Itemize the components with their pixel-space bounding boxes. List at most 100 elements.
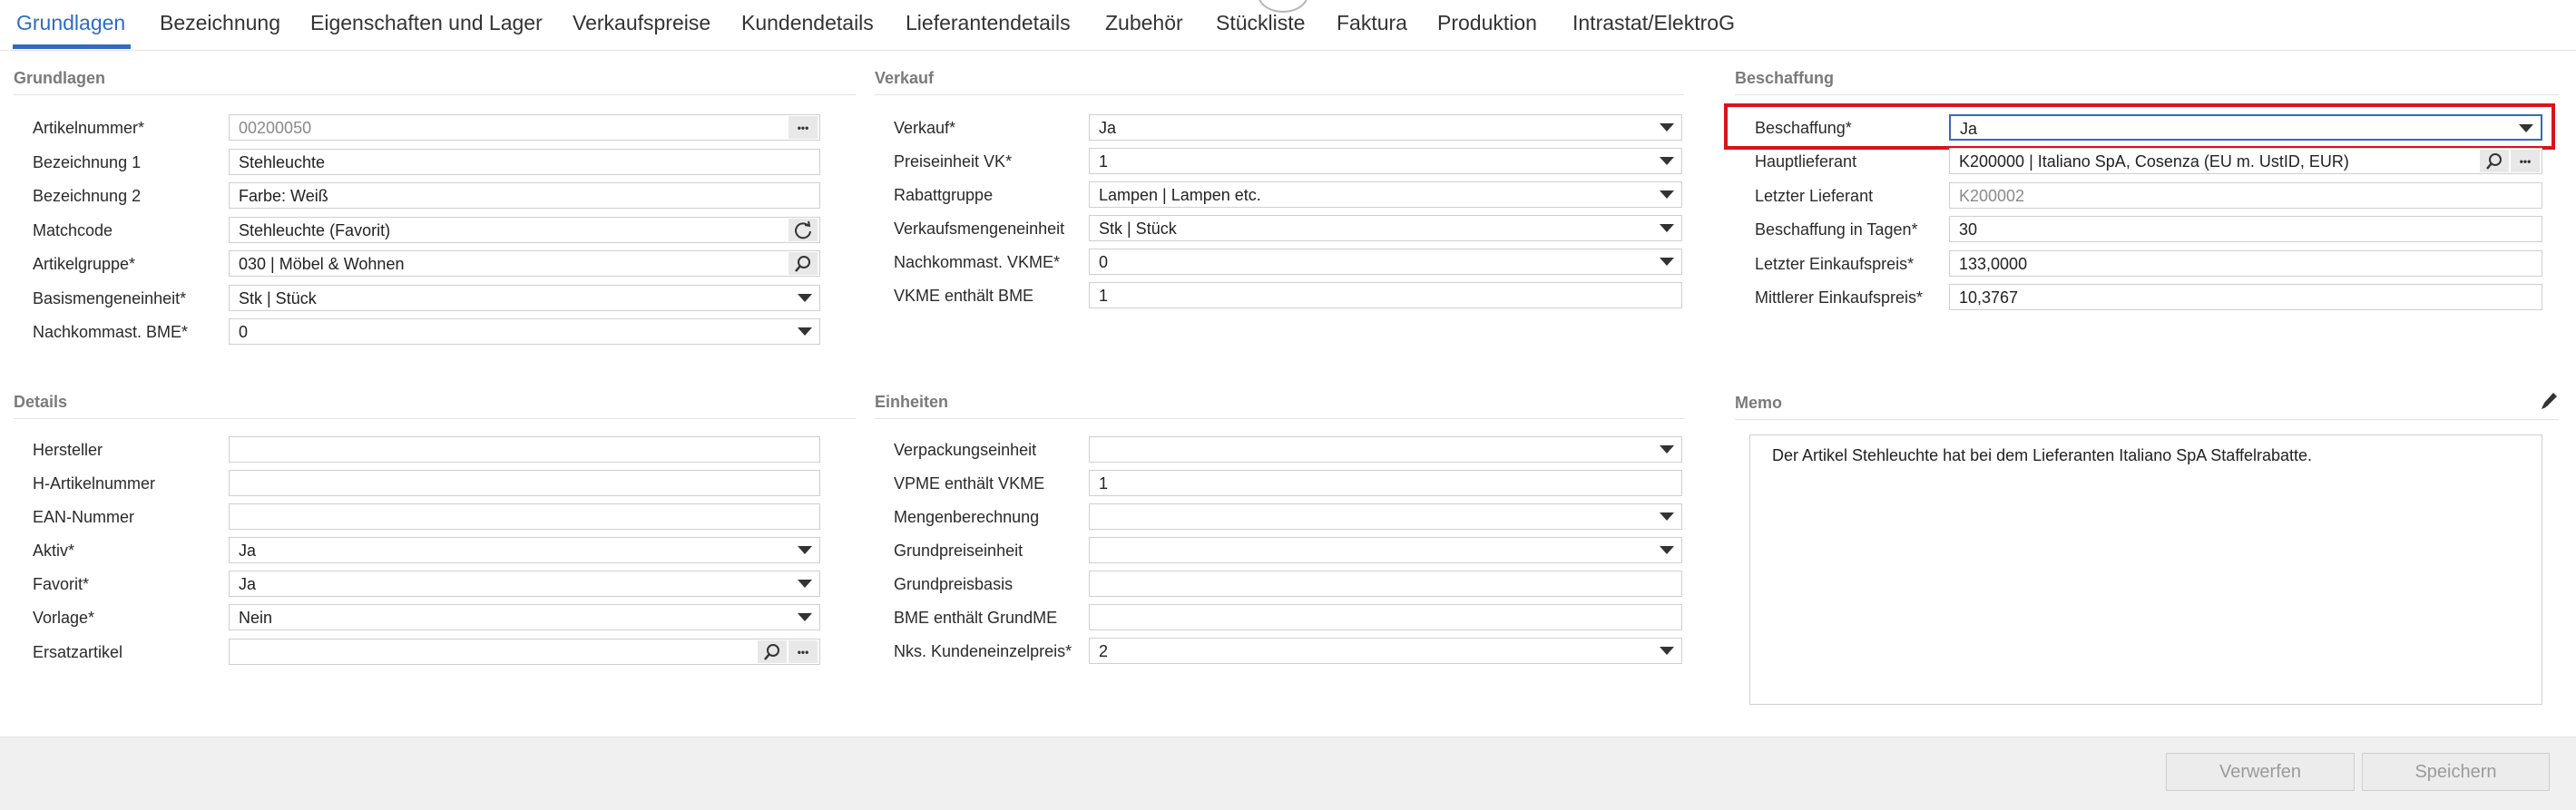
ean-nummer-field[interactable] — [229, 503, 820, 530]
tab-bezeichnung[interactable]: Bezeichnung — [160, 11, 280, 35]
verpackungseinheit-select[interactable] — [1089, 436, 1682, 463]
mengenberechnung-select[interactable] — [1089, 503, 1682, 530]
section-divider — [875, 94, 1684, 95]
chevron-down-icon[interactable] — [1652, 182, 1681, 207]
tab-zubehoer[interactable]: Zubehör — [1105, 11, 1183, 35]
section-divider — [14, 94, 856, 95]
tab-faktura[interactable]: Faktura — [1337, 11, 1407, 35]
beschaffung-select[interactable]: Ja — [1949, 114, 2542, 141]
chevron-down-icon[interactable] — [1652, 249, 1681, 274]
tab-lieferantendetails[interactable]: Lieferantendetails — [906, 11, 1071, 35]
label-artikelgruppe: Artikelgruppe* — [33, 255, 136, 273]
basismengeneinheit-select[interactable]: Stk | Stück — [229, 285, 820, 311]
chevron-down-icon[interactable] — [1652, 504, 1681, 529]
aktiv-select[interactable]: Ja — [229, 537, 820, 563]
grundpreisbasis-field[interactable] — [1089, 571, 1682, 597]
vpme-enthaelt-vkme-field[interactable]: 1 — [1089, 470, 1682, 496]
chevron-down-icon[interactable] — [1652, 437, 1681, 462]
mittlerer-einkaufspreis-field[interactable]: 10,3767 — [1949, 284, 2542, 310]
more-options-icon[interactable] — [788, 116, 818, 139]
label-verkaufsmengeneinheit: Verkaufsmengeneinheit — [894, 220, 1065, 238]
label-vpme-enthaelt-vkme: VPME enthält VKME — [894, 474, 1045, 493]
tab-eigenschaften-und-lager[interactable]: Eigenschaften und Lager — [310, 11, 543, 35]
preiseinheit-vk-select[interactable]: 1 — [1089, 148, 1682, 174]
basismengeneinheit-value: Stk | Stück — [239, 289, 317, 307]
beschaffung-in-tagen-value: 30 — [1959, 220, 1978, 239]
active-tab-indicator — [13, 44, 131, 49]
nks-kundeneinzelpreis-select[interactable]: 2 — [1089, 638, 1682, 664]
bezeichnung-1-value: Stehleuchte — [239, 153, 326, 171]
search-icon[interactable] — [788, 252, 818, 275]
chevron-down-icon[interactable] — [1652, 639, 1681, 663]
tab-intrastat-elektrog[interactable]: Intrastat/ElektroG — [1572, 11, 1735, 35]
verkauf-select[interactable]: Ja — [1089, 114, 1682, 141]
label-grundpreisbasis: Grundpreisbasis — [894, 575, 1014, 593]
tab-grundlagen[interactable]: Grundlagen — [16, 11, 125, 35]
tab-stueckliste[interactable]: Stückliste — [1216, 11, 1305, 35]
bezeichnung-2-field[interactable]: Farbe: Weiß — [229, 182, 820, 209]
nachkommast-vkme-value: 0 — [1099, 253, 1109, 271]
more-options-icon[interactable] — [2511, 150, 2540, 172]
label-verpackungseinheit: Verpackungseinheit — [894, 441, 1037, 459]
label-vkme-enthaelt-bme: VKME enthält BME — [894, 287, 1034, 305]
artikelgruppe-field[interactable]: 030 | Möbel & Wohnen — [229, 250, 820, 277]
beschaffung-value: Ja — [1960, 120, 1978, 138]
ersatzartikel-field[interactable] — [229, 639, 820, 665]
label-mittlerer-einkaufspreis: Mittlerer Einkaufspreis* — [1755, 288, 1924, 307]
bme-enthaelt-grundme-field[interactable] — [1089, 604, 1682, 630]
label-h-artikelnummer: H-Artikelnummer — [33, 474, 156, 493]
save-button[interactable]: Speichern — [2362, 753, 2550, 791]
tab-verkaufspreise[interactable]: Verkaufspreise — [573, 11, 710, 35]
bezeichnung-1-field[interactable]: Stehleuchte — [229, 149, 820, 175]
label-rabattgruppe: Rabattgruppe — [894, 186, 994, 204]
matchcode-field[interactable]: Stehleuchte (Favorit) — [229, 217, 820, 243]
chevron-down-icon[interactable] — [1652, 538, 1681, 562]
chevron-down-icon[interactable] — [1652, 149, 1681, 173]
label-preiseinheit-vk: Preiseinheit VK* — [894, 152, 1013, 171]
aktiv-value: Ja — [239, 542, 257, 560]
h-artikelnummer-field[interactable] — [229, 470, 820, 496]
letzter-lieferant-value: K200002 — [1959, 187, 2025, 205]
letzter-lieferant-field[interactable]: K200002 — [1949, 182, 2542, 209]
hersteller-field[interactable] — [229, 436, 820, 463]
preiseinheit-vk-value: 1 — [1099, 152, 1109, 171]
chevron-down-icon[interactable] — [1652, 216, 1681, 240]
vkme-enthaelt-bme-field[interactable]: 1 — [1089, 282, 1682, 308]
label-bezeichnung-2: Bezeichnung 2 — [33, 187, 142, 205]
label-nks-kundeneinzelpreis: Nks. Kundeneinzelpreis* — [894, 642, 1073, 660]
memo-textarea[interactable]: Der Artikel Stehleuchte hat bei dem Lief… — [1749, 434, 2542, 705]
label-mengenberechnung: Mengenberechnung — [894, 508, 1040, 526]
beschaffung-in-tagen-field[interactable]: 30 — [1949, 216, 2542, 242]
tab-kundendetails[interactable]: Kundendetails — [741, 11, 874, 35]
refresh-icon[interactable] — [788, 219, 818, 241]
search-icon[interactable] — [2480, 150, 2509, 172]
search-icon[interactable] — [758, 640, 787, 663]
label-letzter-einkaufspreis: Letzter Einkaufspreis* — [1755, 255, 1915, 273]
label-aktiv: Aktiv* — [33, 542, 75, 560]
vorlage-value: Nein — [239, 609, 273, 627]
favorit-select[interactable]: Ja — [229, 571, 820, 597]
letzter-einkaufspreis-field[interactable]: 133,0000 — [1949, 250, 2542, 277]
label-beschaffung: Beschaffung* — [1755, 119, 1852, 137]
tab-produktion[interactable]: Produktion — [1437, 11, 1537, 35]
chevron-down-icon[interactable] — [790, 605, 819, 629]
label-vorlage: Vorlage* — [33, 609, 95, 627]
rabattgruppe-select[interactable]: Lampen | Lampen etc. — [1089, 181, 1682, 208]
nks-kundeneinzelpreis-value: 2 — [1099, 642, 1109, 660]
artikelnummer-field[interactable]: 00200050 — [229, 114, 820, 141]
chevron-down-icon[interactable] — [790, 538, 819, 562]
nachkommast-bme-select[interactable]: 0 — [229, 318, 820, 345]
chevron-down-icon[interactable] — [2512, 116, 2541, 141]
pencil-icon[interactable] — [2539, 390, 2559, 416]
verkaufsmengeneinheit-select[interactable]: Stk | Stück — [1089, 215, 1682, 241]
nachkommast-vkme-select[interactable]: 0 — [1089, 249, 1682, 275]
grundpreiseinheit-select[interactable] — [1089, 537, 1682, 563]
chevron-down-icon[interactable] — [790, 286, 819, 310]
hauptlieferant-field[interactable]: K200000 | Italiano SpA, Cosenza (EU m. U… — [1949, 148, 2542, 174]
more-options-icon[interactable] — [788, 640, 818, 663]
vorlage-select[interactable]: Nein — [229, 604, 820, 630]
discard-button[interactable]: Verwerfen — [2166, 753, 2355, 791]
chevron-down-icon[interactable] — [790, 319, 819, 344]
chevron-down-icon[interactable] — [1652, 115, 1681, 140]
chevron-down-icon[interactable] — [790, 571, 819, 596]
